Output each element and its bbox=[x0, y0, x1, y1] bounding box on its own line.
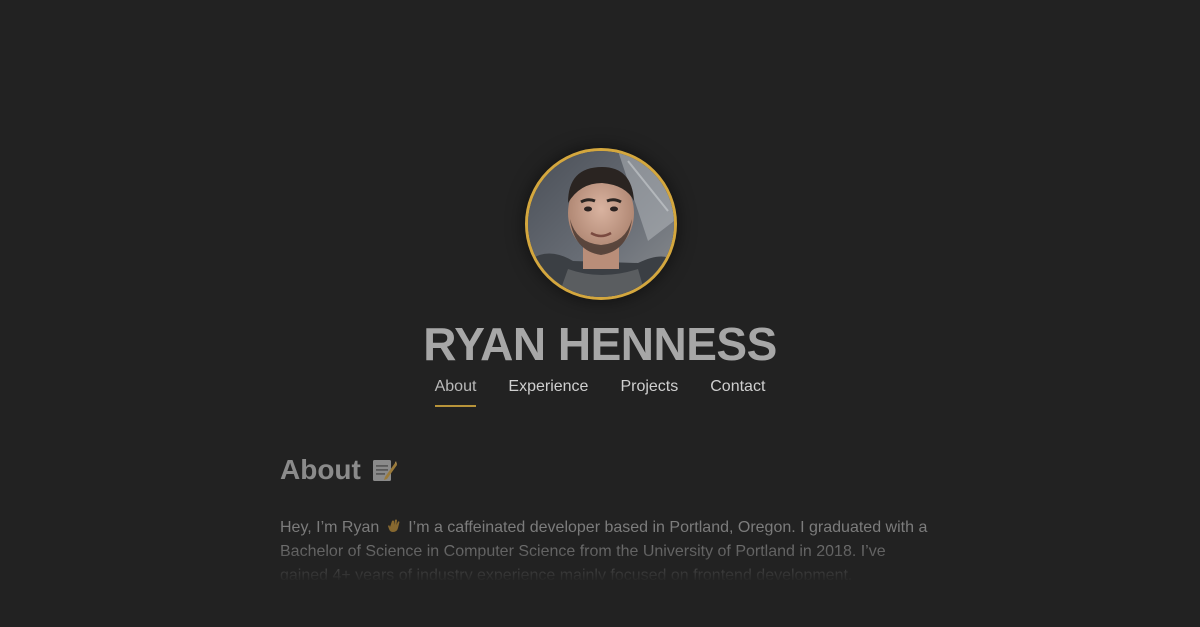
about-paragraph: Hey, I’m Ryan I’m a caffeinated develope… bbox=[280, 516, 930, 580]
about-section: About Hey, I’m Ryan I’m a caffeinated de… bbox=[280, 450, 930, 580]
profile-photo bbox=[528, 151, 674, 297]
about-intro: Hey, I’m Ryan bbox=[280, 519, 380, 536]
memo-icon bbox=[372, 460, 397, 481]
portfolio-page: RYAN HENNESS About Experience Projects C… bbox=[0, 0, 1200, 627]
profile-name: RYAN HENNESS bbox=[423, 318, 777, 370]
nav-item-projects[interactable]: Projects bbox=[620, 376, 678, 407]
avatar bbox=[525, 148, 677, 300]
main-nav: About Experience Projects Contact bbox=[0, 376, 1200, 407]
waving-hand-icon bbox=[387, 519, 400, 532]
nav-item-experience[interactable]: Experience bbox=[508, 376, 588, 407]
nav-item-about[interactable]: About bbox=[434, 376, 477, 407]
nav-item-contact[interactable]: Contact bbox=[710, 376, 765, 407]
about-heading: About bbox=[280, 450, 930, 490]
about-title-text: About bbox=[280, 454, 361, 485]
